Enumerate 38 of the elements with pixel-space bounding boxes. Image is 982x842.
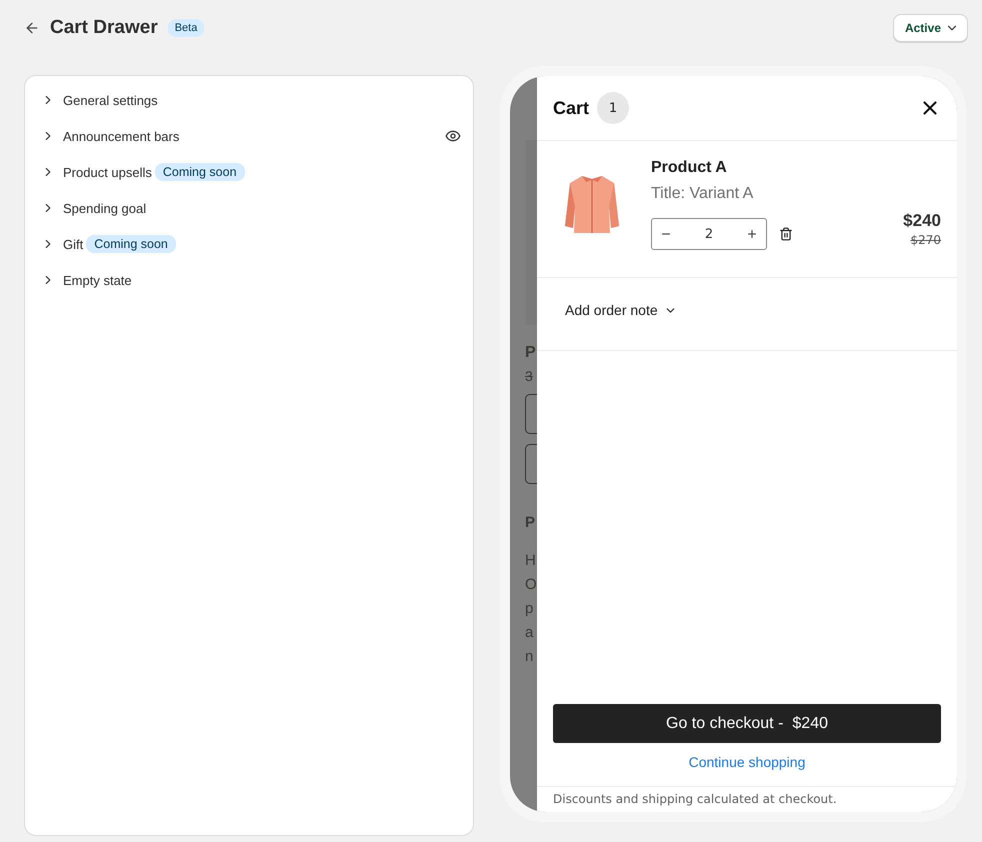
settings-section-title[interactable]: General settings [63, 92, 158, 108]
settings-section-title[interactable]: Spending goal [63, 200, 146, 216]
quantity-value: 2 [704, 226, 714, 242]
background-price: 3 [525, 368, 534, 384]
coming-soon-badge: Coming soon [86, 235, 176, 253]
cart-title: Cart [553, 98, 590, 118]
status-badge: Beta [168, 19, 204, 37]
status-button[interactable]: Active [892, 14, 968, 42]
product-price: $240 [903, 211, 941, 231]
shirt-drawing [564, 174, 620, 236]
plus-icon [746, 228, 758, 240]
footer-note: Discounts and shipping calculated at checkout. [537, 786, 957, 812]
settings-section-title[interactable]: Gift [63, 236, 84, 252]
increase-button[interactable] [746, 228, 758, 240]
page-title: Cart Drawer [50, 17, 158, 39]
trash-icon [779, 227, 793, 241]
background-text: O [525, 575, 537, 595]
background-subheading: P [525, 514, 536, 531]
quantity-stepper[interactable]: 2 [651, 218, 767, 250]
settings-section-title[interactable]: Product upsells [63, 164, 152, 180]
back-icon[interactable] [24, 20, 40, 36]
order-note-toggle[interactable]: Add order note [565, 300, 677, 320]
product-variant: Title: Variant A [651, 185, 754, 203]
background-text: p [525, 599, 534, 619]
continue-shopping-link[interactable]: Continue shopping [688, 754, 806, 770]
eye-icon[interactable] [445, 128, 461, 144]
checkout-button[interactable]: Go to checkout - $240 [553, 704, 941, 743]
compare-price: $270 [910, 233, 941, 247]
background-text: a [525, 623, 534, 643]
cart-count: 1 [597, 92, 630, 124]
product-name: Product A [651, 159, 728, 177]
delete-button[interactable] [779, 227, 793, 241]
background-heading: P [525, 344, 537, 362]
background-text: H [525, 551, 537, 571]
background-text: n [525, 647, 534, 667]
coming-soon-badge: Coming soon [154, 163, 245, 181]
settings-section-title[interactable]: Empty state [63, 272, 132, 288]
settings-section-title[interactable]: Announcement bars [63, 128, 180, 144]
